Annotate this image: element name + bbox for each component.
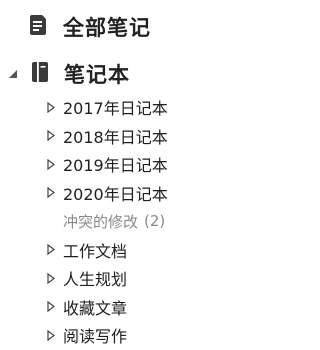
notebook-label: 人生规划 <box>63 270 128 290</box>
expand-caret-icon[interactable] <box>46 187 56 199</box>
notebook-label: 工作文档 <box>63 241 128 261</box>
collapse-triangle-icon[interactable] <box>6 67 20 81</box>
notebook-label: 2017年日记本 <box>63 99 168 119</box>
notebook-label: 2019年日记本 <box>63 156 168 176</box>
note-icon <box>30 14 48 40</box>
notebook-item-2020[interactable]: 2020年日记本 <box>0 179 268 208</box>
notebook-label: 冲突的修改 <box>63 212 139 231</box>
notebook-item-saved-articles[interactable]: 收藏文章 <box>0 293 268 322</box>
notebooks-label: 笔记本 <box>64 63 130 87</box>
expand-caret-icon[interactable] <box>46 158 56 170</box>
notebook-count: (2) <box>144 212 166 231</box>
expand-caret-icon[interactable] <box>46 329 56 341</box>
expand-caret-icon[interactable] <box>46 244 56 256</box>
notebook-label: 2018年日记本 <box>63 127 168 147</box>
notebook-label: 2020年日记本 <box>63 184 168 204</box>
expand-caret-icon[interactable] <box>46 130 56 142</box>
all-notes-item[interactable]: 全部笔记 <box>0 10 268 44</box>
notebooks-header[interactable]: 笔记本 <box>0 57 268 91</box>
expand-caret-icon[interactable] <box>46 301 56 313</box>
notebook-item-work-docs[interactable]: 工作文档 <box>0 236 268 265</box>
notebook-item-2019[interactable]: 2019年日记本 <box>0 150 268 179</box>
notebook-label: 收藏文章 <box>63 298 128 318</box>
notebook-item-life-plan[interactable]: 人生规划 <box>0 264 268 293</box>
notebook-icon <box>32 61 49 87</box>
all-notes-label: 全部笔记 <box>63 16 151 40</box>
notebook-list: 2017年日记本 2018年日记本 2019年日记本 2020年日记本 冲突的修… <box>0 93 268 350</box>
notebook-label: 阅读写作 <box>63 327 128 347</box>
expand-caret-icon[interactable] <box>46 272 56 284</box>
notebook-item-2018[interactable]: 2018年日记本 <box>0 122 268 151</box>
notebook-item-conflicts[interactable]: 冲突的修改 (2) <box>0 207 268 236</box>
notebook-item-2017[interactable]: 2017年日记本 <box>0 93 268 122</box>
notebook-item-reading-writing[interactable]: 阅读写作 <box>0 321 268 350</box>
expand-caret-icon[interactable] <box>46 101 56 113</box>
